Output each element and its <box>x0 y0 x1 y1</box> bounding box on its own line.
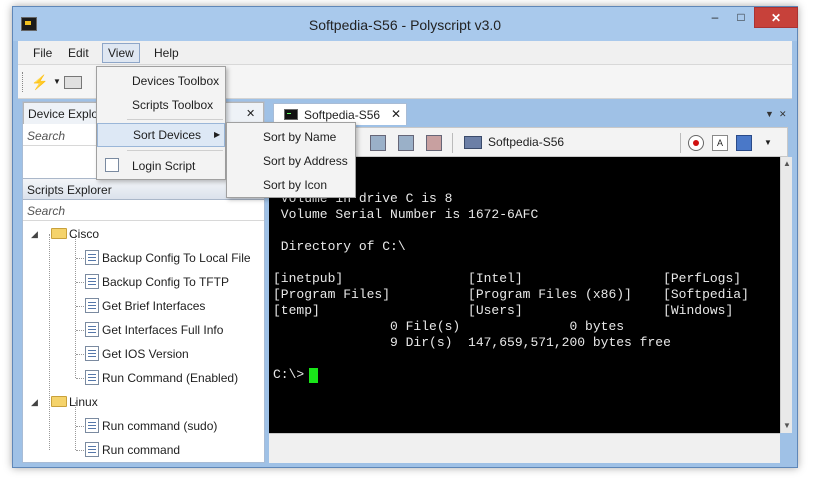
script-icon <box>85 298 99 313</box>
script-item[interactable]: Run command (sudo) <box>85 415 217 437</box>
layout-icon[interactable] <box>736 135 752 151</box>
maximize-button[interactable]: □ <box>728 7 754 28</box>
toolbar-separator <box>680 133 681 153</box>
session-tab-label: Softpedia-S56 <box>304 108 381 122</box>
lightning-icon[interactable]: ⚡ <box>31 74 48 90</box>
device-search-input[interactable]: Search <box>27 129 65 143</box>
menu-sort-by-address[interactable]: Sort by Address <box>227 149 355 173</box>
tree-line <box>49 234 50 450</box>
expand-arrow-icon[interactable]: ◢ <box>31 391 38 413</box>
script-item[interactable]: Backup Config To Local File <box>85 247 251 269</box>
console-line: Directory of C:\ <box>273 239 406 254</box>
menu-edit[interactable]: Edit <box>63 43 94 63</box>
console-line: [inetpub] [Intel] [PerfLogs] <box>273 271 742 286</box>
menu-login-script[interactable]: Login Script <box>97 154 225 178</box>
script-item[interactable]: Get Interfaces Full Info <box>85 319 223 341</box>
script-icon <box>85 346 99 361</box>
script-icon <box>85 370 99 385</box>
window-title: Softpedia-S56 - Polyscript v3.0 <box>308 17 502 33</box>
script-label: Get IOS Version <box>102 347 189 361</box>
record-icon[interactable] <box>688 135 704 151</box>
toolbar-grip[interactable] <box>22 72 25 92</box>
scripts-search-input[interactable]: Search <box>27 204 65 218</box>
connect-icon[interactable] <box>370 135 386 151</box>
script-item[interactable]: Get IOS Version <box>85 343 189 365</box>
console-line: Volume Serial Number is 1672-6AFC <box>273 207 539 222</box>
script-item[interactable]: Backup Config To TFTP <box>85 271 229 293</box>
view-menu-dropdown: Devices Toolbox Scripts Toolbox Sort Dev… <box>96 66 226 180</box>
script-label: Get Brief Interfaces <box>102 299 206 313</box>
menu-separator <box>127 119 223 120</box>
tab-list-dropdown-icon[interactable]: ▼ <box>765 109 774 119</box>
script-item[interactable]: Run command <box>85 439 180 461</box>
chevron-down-icon[interactable]: ▼ <box>49 74 65 90</box>
menu-sort-by-icon[interactable]: Sort by Icon <box>227 173 355 197</box>
menu-sort-by-name[interactable]: Sort by Name <box>227 125 355 149</box>
menu-help[interactable]: Help <box>149 43 184 63</box>
scroll-down-icon[interactable]: ▼ <box>782 421 792 430</box>
console-footer <box>269 433 780 463</box>
devices-icon[interactable] <box>64 76 82 89</box>
device-icon <box>464 136 482 149</box>
close-icon[interactable]: ✕ <box>391 107 401 121</box>
folder-label: Cisco <box>69 227 100 241</box>
menu-scripts-toolbox[interactable]: Scripts Toolbox <box>97 93 225 117</box>
minimize-button[interactable]: – <box>702 7 728 28</box>
script-icon <box>85 442 99 457</box>
console-line: [Program Files] [Program Files (x86)] [S… <box>273 287 749 302</box>
sort-devices-submenu: Sort by Name Sort by Address Sort by Ico… <box>226 122 356 198</box>
transfer-icon[interactable] <box>398 135 414 151</box>
terminal-cursor <box>309 368 318 383</box>
menu-devices-toolbox[interactable]: Devices Toolbox <box>97 69 225 93</box>
scroll-up-icon[interactable]: ▲ <box>782 159 792 168</box>
script-label: Backup Config To TFTP <box>102 275 229 289</box>
script-item[interactable]: Get Brief Interfaces <box>85 295 205 317</box>
script-icon <box>85 322 99 337</box>
script-icon <box>85 250 99 265</box>
script-icon <box>85 274 99 289</box>
toolbar-separator <box>452 133 453 153</box>
console-prompt: C:\> <box>273 367 305 382</box>
terminal-icon <box>284 109 298 120</box>
close-icon[interactable]: ✕ <box>779 109 787 120</box>
title-bar[interactable]: Softpedia-S56 - Polyscript v3.0 – □ ✕ <box>13 7 798 41</box>
folder-icon <box>51 396 67 407</box>
script-label: Run Command (Enabled) <box>102 371 239 385</box>
menu-sort-devices[interactable]: Sort Devices ▶ <box>97 123 225 147</box>
menu-file[interactable]: File <box>28 43 57 63</box>
script-item[interactable]: Run Command (Enabled) <box>85 367 238 389</box>
session-host-label: Softpedia-S56 <box>488 135 565 149</box>
script-label: Get Interfaces Full Info <box>102 323 224 337</box>
disconnect-icon[interactable] <box>426 135 442 151</box>
menu-bar: File Edit View Help <box>18 41 792 65</box>
script-icon <box>85 418 99 433</box>
console-line: 0 File(s) 0 bytes <box>273 319 625 334</box>
menu-sort-devices-label: Sort Devices <box>133 128 202 142</box>
menu-separator <box>127 150 223 151</box>
scripts-search-row: Search <box>23 201 264 221</box>
submenu-arrow-icon: ▶ <box>214 130 221 139</box>
script-label: Run command (sudo) <box>102 419 218 433</box>
device-explorer-label: Device Explor <box>28 107 103 121</box>
folder-label: Linux <box>69 395 98 409</box>
expand-arrow-icon[interactable]: ◢ <box>31 223 38 245</box>
chevron-down-icon[interactable]: ▼ <box>760 135 776 151</box>
folder-icon <box>51 228 67 239</box>
font-icon[interactable]: A <box>712 135 728 151</box>
console-scrollbar[interactable]: ▲ ▼ <box>780 157 792 433</box>
script-label: Backup Config To Local File <box>102 251 251 265</box>
console-line: 9 Dir(s) 147,659,571,200 bytes free <box>273 335 671 350</box>
menu-view[interactable]: View <box>102 43 140 63</box>
close-button[interactable]: ✕ <box>754 7 798 28</box>
console-line: [temp] [Users] [Windows] <box>273 303 734 318</box>
terminal-console[interactable]: Volume in drive C is 8 Volume Serial Num… <box>269 157 780 433</box>
script-label: Run command <box>102 443 181 457</box>
